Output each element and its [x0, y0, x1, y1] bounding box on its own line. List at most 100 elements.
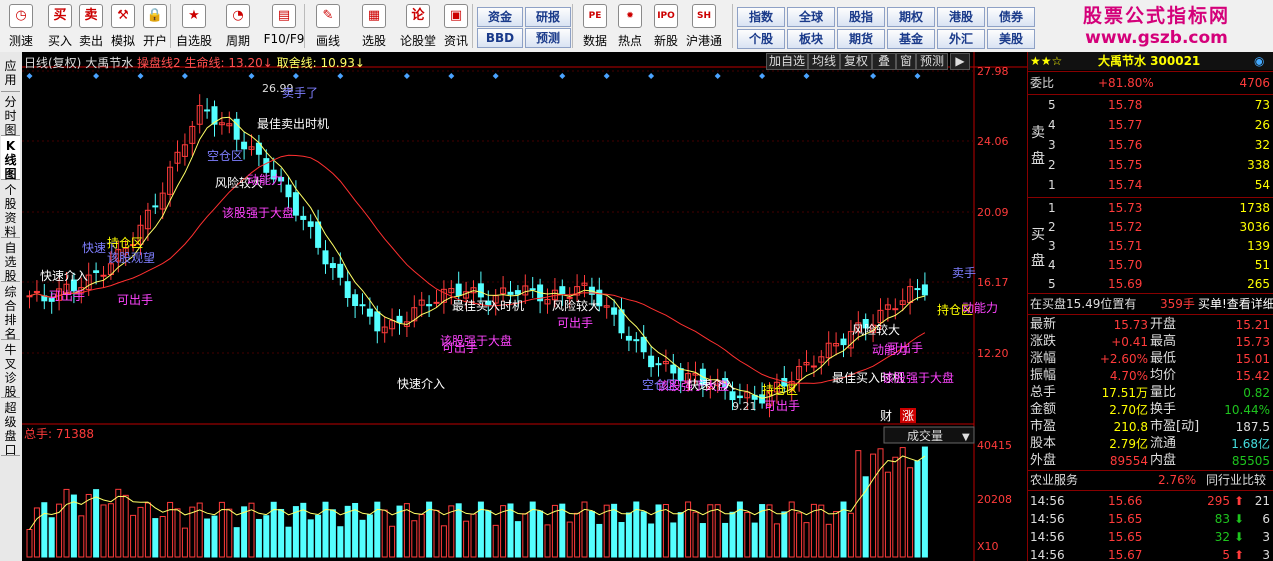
chart-menu-arrow-icon[interactable]: ▶: [950, 53, 970, 70]
lifeline-label: 生命线:: [184, 56, 225, 70]
stat-value: 15.42: [1235, 369, 1270, 383]
toolbar-button-6[interactable]: ◔ 周期: [218, 2, 258, 50]
arrow-up-icon: ⬆: [1234, 548, 1245, 561]
stat-value: 17.51万: [1101, 386, 1148, 400]
volume-total-label: 总手: 71388: [24, 427, 94, 441]
market-button-1-3[interactable]: 基金: [887, 29, 935, 49]
tick-time: 14:56: [1030, 548, 1065, 561]
chart-button-3[interactable]: 叠: [872, 53, 896, 70]
toolbar-button-4[interactable]: 🔒 开户: [140, 2, 170, 50]
ask-level: 1: [1048, 178, 1056, 192]
toolbar-button-10[interactable]: 论论股堂: [398, 2, 438, 50]
volume-bar: [559, 503, 566, 558]
toolbar-button-label: 周期: [225, 34, 250, 48]
market-button-0-5[interactable]: 债券: [987, 7, 1035, 27]
chart-button-4[interactable]: 窗: [896, 53, 916, 70]
price-tick: 27.98: [977, 65, 1009, 78]
volume-bar: [307, 519, 314, 558]
chart-button-1[interactable]: 均线: [808, 53, 840, 70]
bid-volume: 265: [1247, 277, 1270, 291]
bid-level: 4: [1048, 258, 1056, 272]
chart-button-5[interactable]: 预测: [916, 53, 948, 70]
signal-annotation: 卖手: [952, 266, 976, 280]
market-button-0-4[interactable]: 港股: [937, 7, 985, 27]
sector-name[interactable]: 农业服务: [1030, 471, 1078, 489]
brand-watermark: 股票公式指标网 www.gszb.com: [1040, 4, 1273, 50]
bid-volume: 3036: [1239, 220, 1270, 234]
divider: [1028, 314, 1273, 315]
left-tab-bar: 应用 分时图 K线图 个股资料 自选股 综合排名 牛叉诊股 超级盘口: [0, 52, 23, 561]
toolbar-button-11[interactable]: ▣ 资讯: [441, 2, 471, 50]
market-button-0-1[interactable]: 全球: [787, 7, 835, 27]
toolbar-button-1[interactable]: 买买入: [45, 2, 75, 50]
chart-button-0[interactable]: 加自选: [766, 53, 808, 70]
stat-label: 流通: [1150, 436, 1177, 451]
period-label[interactable]: 日线(复权): [24, 56, 81, 70]
globe-icon: ◉: [1254, 54, 1265, 68]
tick-volume: 83: [1214, 512, 1230, 526]
kline-chart[interactable]: 27.98 24.06 20.09 16.17 12.20 40415 20208 X10 总手…: [22, 52, 1027, 561]
tick-price: 15.65: [1108, 530, 1143, 544]
stat-value: +2.60%: [1099, 352, 1148, 366]
toolbar-button-2[interactable]: 卖卖出: [76, 2, 106, 50]
toolbar-button2-1[interactable]: ✹ 热点: [612, 2, 648, 50]
ask-level: 3: [1048, 138, 1056, 152]
bid-price: 15.73: [1108, 201, 1143, 215]
peer-compare-link[interactable]: 同行业比较: [1206, 471, 1266, 489]
volume-bar: [48, 517, 55, 558]
rise-label[interactable]: 涨: [902, 408, 914, 423]
left-tab-1[interactable]: 分时图: [1, 92, 20, 137]
buy-icon: 买: [48, 4, 72, 28]
volume-bar: [588, 510, 595, 558]
market-button-1-0[interactable]: 个股: [737, 29, 785, 49]
stat-label: 最新: [1030, 317, 1057, 332]
chart-button-2[interactable]: 复权: [840, 53, 872, 70]
bid-level: 3: [1048, 239, 1056, 253]
left-tab-6[interactable]: 牛叉诊股: [1, 340, 20, 399]
toolbar-button2-3[interactable]: SH 沪港通: [686, 2, 722, 50]
left-tab-4[interactable]: 自选股: [1, 238, 20, 283]
stat-label: 市盈: [1030, 419, 1057, 434]
market-button-0-0[interactable]: 指数: [737, 7, 785, 27]
stat-value: 1.68亿: [1231, 437, 1270, 451]
tick-volume: 32: [1214, 530, 1230, 544]
volume-bar: [677, 512, 684, 558]
market-button-1-1[interactable]: 板块: [787, 29, 835, 49]
tick-row: 14:56 15.65 83 ⬇ 6: [1028, 510, 1273, 528]
data-button-3[interactable]: 预测: [525, 28, 571, 48]
market-button-0-3[interactable]: 期权: [887, 7, 935, 27]
toolbar-button2-0[interactable]: PE 数据: [577, 2, 613, 50]
toolbar-button-5[interactable]: ★ 自选股: [174, 2, 214, 50]
volume-bar: [344, 505, 351, 558]
stat-label: 外盘: [1030, 453, 1057, 468]
toolbar-button2-2[interactable]: IPO 新股: [648, 2, 684, 50]
left-tab-2[interactable]: K线图: [1, 136, 20, 181]
sector-pct: 2.76%: [1158, 473, 1197, 487]
dropdown-icon[interactable]: ▼: [962, 432, 970, 443]
market-button-1-4[interactable]: 外汇: [937, 29, 985, 49]
toolbar-button-0[interactable]: ◷ 测速: [4, 2, 38, 50]
market-button-0-2[interactable]: 股指: [837, 7, 885, 27]
volume-bar: [914, 460, 921, 558]
order-detail-link[interactable]: 买单!查看详细: [1198, 295, 1273, 313]
finance-label[interactable]: 财: [880, 409, 892, 423]
left-tab-0[interactable]: 应用: [1, 56, 20, 92]
volume-bar: [507, 503, 514, 558]
price-tick: 12.20: [977, 347, 1009, 360]
data-button-2[interactable]: BBD: [477, 28, 523, 48]
indicator-name[interactable]: 操盘线2: [137, 56, 181, 70]
data-button-1[interactable]: 研报: [525, 7, 571, 27]
left-tab-5[interactable]: 综合排名: [1, 282, 20, 341]
toolbar-button-3[interactable]: ⚒ 模拟: [108, 2, 138, 50]
toolbar-button-7[interactable]: ▤ F10/F9: [262, 2, 306, 50]
price-tick: 24.06: [977, 135, 1009, 148]
left-tab-3[interactable]: 个股资料: [1, 180, 20, 239]
market-button-1-2[interactable]: 期货: [837, 29, 885, 49]
arrow-down-icon: ↓: [354, 56, 365, 70]
toolbar-button-9[interactable]: ▦ 选股: [354, 2, 394, 50]
data-button-0[interactable]: 资金: [477, 7, 523, 27]
toolbar-button-8[interactable]: ✎ 画线: [308, 2, 348, 50]
volume-tab-label[interactable]: 成交量: [907, 428, 943, 443]
market-button-1-5[interactable]: 美股: [987, 29, 1035, 49]
left-tab-7[interactable]: 超级盘口: [1, 398, 20, 457]
